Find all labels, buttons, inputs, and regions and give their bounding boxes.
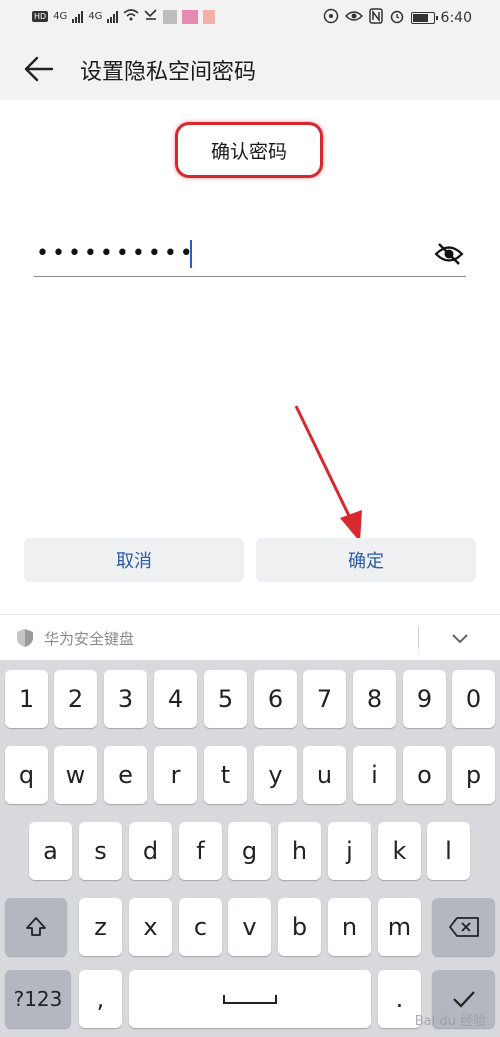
key-h[interactable]: h <box>278 822 321 880</box>
key-g[interactable]: g <box>228 822 271 880</box>
key-d[interactable]: d <box>129 822 172 880</box>
space-icon <box>223 995 277 1004</box>
key-x[interactable]: x <box>129 898 172 956</box>
key-m[interactable]: m <box>378 898 421 956</box>
key-q[interactable]: q <box>5 746 48 804</box>
chevron-down-icon[interactable] <box>450 629 470 647</box>
key-o[interactable]: o <box>403 746 446 804</box>
key-k[interactable]: k <box>378 822 421 880</box>
keyboard: 1 2 3 4 5 6 7 8 9 0 q w e r t y u i o p … <box>0 660 500 1037</box>
key-p[interactable]: p <box>452 746 495 804</box>
key-a[interactable]: a <box>29 822 72 880</box>
wifi-icon <box>123 9 139 24</box>
nfc-icon <box>368 8 383 28</box>
notification-icon <box>182 9 199 24</box>
key-b[interactable]: b <box>278 898 321 956</box>
shift-key[interactable] <box>5 898 67 956</box>
network-label-2: 4G <box>88 11 103 22</box>
key-4[interactable]: 4 <box>154 670 197 728</box>
cancel-button[interactable]: 取消 <box>24 538 244 582</box>
key-8[interactable]: 8 <box>353 670 396 728</box>
app-header: 设置隐私空间密码 <box>0 38 500 100</box>
key-r[interactable]: r <box>154 746 197 804</box>
battery-icon <box>410 12 438 24</box>
confirm-password-label: 确认密码 <box>175 122 323 178</box>
confirm-button[interactable]: 确定 <box>256 538 476 582</box>
shift-icon <box>26 917 46 936</box>
key-n[interactable]: n <box>328 898 371 956</box>
key-2[interactable]: 2 <box>54 670 97 728</box>
status-bar: HD 4G 4G 6:40 <box>0 0 500 38</box>
shield-icon <box>17 629 33 647</box>
key-i[interactable]: i <box>353 746 396 804</box>
key-e[interactable]: e <box>104 746 147 804</box>
key-9[interactable]: 9 <box>403 670 446 728</box>
key-5[interactable]: 5 <box>204 670 247 728</box>
key-j[interactable]: j <box>328 822 371 880</box>
eye-off-icon[interactable] <box>434 241 464 267</box>
key-y[interactable]: y <box>254 746 297 804</box>
status-left: HD 4G 4G <box>32 9 216 24</box>
status-right: 6:40 <box>323 8 472 28</box>
page-title: 设置隐私空间密码 <box>80 60 257 85</box>
password-input[interactable]: •••••••••• <box>34 235 466 277</box>
clock-time: 6:40 <box>440 10 472 26</box>
key-u[interactable]: u <box>303 746 346 804</box>
notification-icon <box>203 9 216 24</box>
key-3[interactable]: 3 <box>104 670 147 728</box>
key-l[interactable]: l <box>427 822 470 880</box>
keyboard-header: 华为安全键盘 <box>0 614 500 660</box>
backspace-icon <box>448 917 479 937</box>
key-1[interactable]: 1 <box>5 670 48 728</box>
key-v[interactable]: v <box>228 898 271 956</box>
alarm-icon <box>389 8 405 28</box>
watermark: Bai du 经验 <box>414 1014 486 1029</box>
confirm-password-text: 确认密码 <box>210 140 287 163</box>
key-7[interactable]: 7 <box>303 670 346 728</box>
signal-icon-2 <box>107 10 119 23</box>
network-label-1: 4G <box>53 11 68 22</box>
key-w[interactable]: w <box>54 746 97 804</box>
text-caret <box>190 240 192 268</box>
missed-call-icon <box>144 9 158 24</box>
password-value: •••••••••• <box>36 241 196 266</box>
hd-badge: HD <box>32 11 49 22</box>
key-z[interactable]: z <box>79 898 122 956</box>
key-s[interactable]: s <box>79 822 122 880</box>
backspace-key[interactable] <box>432 898 495 956</box>
confirm-button-label: 确定 <box>348 551 384 572</box>
checkmark-icon <box>452 991 475 1008</box>
comma-key[interactable]: , <box>79 970 122 1028</box>
symbols-key[interactable]: ?123 <box>5 970 71 1028</box>
cancel-button-label: 取消 <box>116 551 152 572</box>
back-arrow-icon[interactable] <box>22 52 56 86</box>
key-0[interactable]: 0 <box>452 670 495 728</box>
hd-call-icon <box>323 8 339 28</box>
notification-icon <box>163 9 178 24</box>
key-c[interactable]: c <box>179 898 222 956</box>
key-6[interactable]: 6 <box>254 670 297 728</box>
keyboard-title: 华为安全键盘 <box>44 630 135 648</box>
eye-comfort-icon <box>344 9 363 27</box>
divider <box>418 627 419 649</box>
key-t[interactable]: t <box>204 746 247 804</box>
space-key[interactable] <box>129 970 371 1028</box>
key-f[interactable]: f <box>179 822 222 880</box>
signal-icon <box>72 10 84 23</box>
